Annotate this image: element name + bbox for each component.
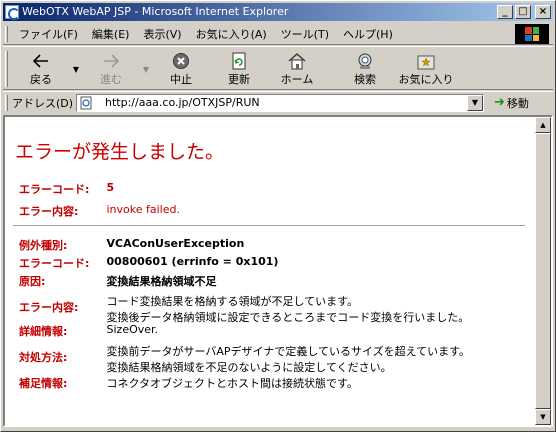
home-icon <box>286 51 308 71</box>
menu-edit[interactable]: 編集(E) <box>85 26 137 42</box>
info-row: 詳細情報: SizeOver. <box>19 323 158 339</box>
address-label: アドレス(D) <box>12 96 74 110</box>
back-label: 戻る <box>30 73 52 86</box>
standard-toolbar: 戻る ▼ 進む ▼ 中止 更新 ホーム 検索 お気に入り <box>3 46 553 90</box>
forward-label: 進む <box>100 73 122 86</box>
info-value: SizeOver. <box>106 323 159 336</box>
menu-help[interactable]: ヘルプ(H) <box>336 26 400 42</box>
back-button[interactable]: 戻る <box>12 51 70 89</box>
ie-icon[interactable] <box>5 5 20 20</box>
supplement-value: コネクタオブジェクトとホスト間は接続状態です。 <box>106 377 358 390</box>
summary-code-value: 5 <box>106 181 115 194</box>
addressbar-grip[interactable] <box>5 94 8 111</box>
exception-value: VCAConUserException <box>106 237 245 250</box>
info-label: 詳細情報: <box>19 325 68 338</box>
vertical-scrollbar[interactable]: ▲ ▼ <box>535 117 551 425</box>
detail-content-line-2: 変換後データ格納領域に設定できるところまでコード変換を行いました。 <box>106 311 470 324</box>
stop-icon <box>170 51 192 71</box>
exception-row: 例外種別: VCAConUserException <box>19 237 244 253</box>
summary-content-value: invoke failed. <box>106 203 180 216</box>
maximize-button[interactable]: □ <box>515 5 531 19</box>
action-value: 変換前データがサーバAPデザイナで定義しているサイズを超えています。 変換結果格… <box>107 343 471 375</box>
cause-row: 原因: 変換結果格納領域不足 <box>19 273 217 289</box>
back-arrow-icon <box>30 51 52 71</box>
action-row: 対処方法: 変換前データがサーバAPデザイナで定義しているサイズを超えています。… <box>19 343 470 375</box>
favorites-label: お気に入り <box>398 73 454 86</box>
error-heading: エラーが発生しました。 <box>15 141 225 163</box>
detail-content-row: エラー内容: コード変換結果を格納する領域が不足しています。 変換後データ格納領… <box>19 293 469 325</box>
cause-value: 変換結果格納領域不足 <box>106 275 217 288</box>
action-line-1: 変換前データがサーバAPデザイナで定義しているサイズを超えています。 <box>106 345 471 358</box>
window-title: WebOTX WebAP JSP - Microsoft Internet Ex… <box>22 5 289 18</box>
detail-code-value: 00800601 (errinfo = 0x101) <box>106 255 279 268</box>
content-frame: エラーが発生しました。 エラーコード: 5 エラー内容: invoke fail… <box>3 115 553 427</box>
summary-content-row: エラー内容: invoke failed. <box>19 203 180 219</box>
minimize-button[interactable]: _ <box>497 5 513 19</box>
search-label: 検索 <box>354 73 376 86</box>
forward-dropdown-button[interactable]: ▼ <box>140 51 152 89</box>
summary-content-label: エラー内容: <box>19 205 79 218</box>
forward-arrow-icon <box>100 51 122 71</box>
supplement-row: 補足情報: コネクタオブジェクトとホスト間は接続状態です。 <box>19 375 358 391</box>
detail-code-label: エラーコード: <box>19 257 90 270</box>
refresh-label: 更新 <box>228 73 250 86</box>
favorites-button[interactable]: お気に入り <box>394 51 458 89</box>
action-line-2: 変換結果格納領域を不足のないように設定してください。 <box>106 361 392 374</box>
address-bar: アドレス(D) http://aaa.co.jp/OTXJSP/RUN ▼ ➜ … <box>3 91 553 113</box>
back-dropdown-button[interactable]: ▼ <box>70 51 82 89</box>
go-label: 移動 <box>506 96 529 110</box>
cause-label: 原因: <box>19 275 46 288</box>
supplement-label: 補足情報: <box>19 377 68 390</box>
go-button[interactable]: ➜ 移動 <box>494 95 529 111</box>
favorites-icon <box>415 51 437 71</box>
home-button[interactable]: ホーム <box>268 51 326 89</box>
address-dropdown-button[interactable]: ▼ <box>467 94 483 111</box>
scroll-down-button[interactable]: ▼ <box>535 409 551 425</box>
browser-window: WebOTX WebAP JSP - Microsoft Internet Ex… <box>0 0 556 432</box>
scroll-up-button[interactable]: ▲ <box>535 117 551 133</box>
home-label: ホーム <box>280 73 314 86</box>
menu-favorites[interactable]: お気に入り(A) <box>189 26 274 42</box>
forward-button[interactable]: 進む <box>82 51 140 89</box>
menu-file[interactable]: ファイル(F) <box>12 26 85 42</box>
section-divider <box>13 225 525 227</box>
refresh-icon <box>228 51 250 71</box>
search-button[interactable]: 検索 <box>336 51 394 89</box>
address-field[interactable]: http://aaa.co.jp/OTXJSP/RUN ▼ <box>76 93 484 112</box>
detail-content-line-1: コード変換結果を格納する領域が不足しています。 <box>106 295 359 308</box>
refresh-button[interactable]: 更新 <box>210 51 268 89</box>
search-icon <box>354 51 376 71</box>
close-button[interactable]: × <box>535 5 551 19</box>
windows-logo-icon <box>515 24 549 44</box>
detail-content-value: コード変換結果を格納する領域が不足しています。 変換後データ格納領域に設定できる… <box>107 293 470 325</box>
detail-code-row: エラーコード: 00800601 (errinfo = 0x101) <box>19 255 278 271</box>
scroll-thumb[interactable] <box>535 133 551 409</box>
exception-label: 例外種別: <box>19 239 68 252</box>
go-arrow-icon: ➜ <box>494 95 505 110</box>
menu-view[interactable]: 表示(V) <box>136 26 188 42</box>
title-bar[interactable]: WebOTX WebAP JSP - Microsoft Internet Ex… <box>3 3 553 21</box>
detail-content-label: エラー内容: <box>19 301 79 314</box>
menu-bar: ファイル(F) 編集(E) 表示(V) お気に入り(A) ツール(T) ヘルプ(… <box>3 23 553 45</box>
summary-code-row: エラーコード: 5 <box>19 181 114 197</box>
toolbar-grip[interactable] <box>5 51 8 87</box>
action-label: 対処方法: <box>19 351 68 364</box>
address-input[interactable]: http://aaa.co.jp/OTXJSP/RUN <box>97 96 467 109</box>
error-page: エラーが発生しました。 エラーコード: 5 エラー内容: invoke fail… <box>5 117 535 425</box>
stop-button[interactable]: 中止 <box>152 51 210 89</box>
menubar-grip[interactable] <box>5 25 8 42</box>
summary-code-label: エラーコード: <box>19 183 90 196</box>
page-icon <box>79 96 95 110</box>
menu-tools[interactable]: ツール(T) <box>274 26 336 42</box>
stop-label: 中止 <box>170 73 192 86</box>
